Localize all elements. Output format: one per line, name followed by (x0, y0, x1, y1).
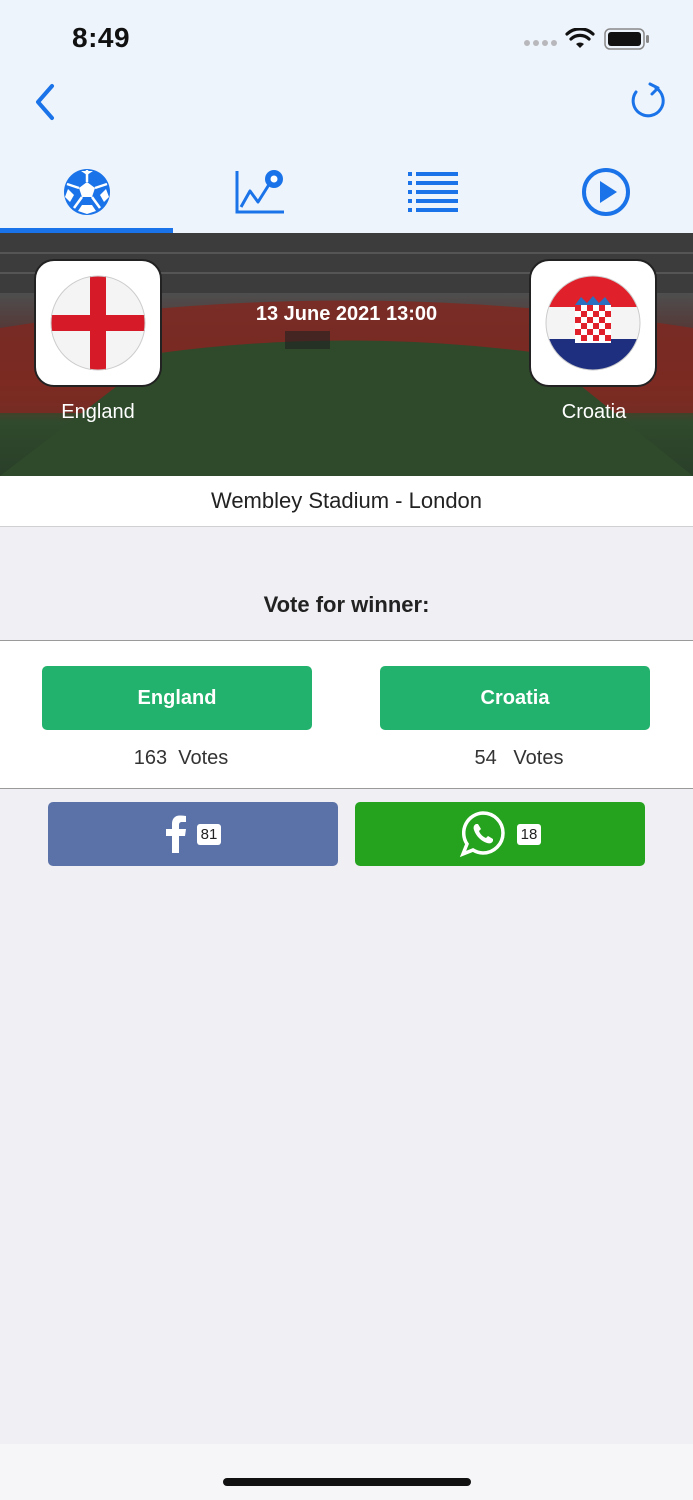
stats-chart-icon (235, 169, 284, 213)
list-icon (407, 171, 458, 212)
tab-lineups[interactable] (346, 150, 519, 233)
venue-label: Wembley Stadium - London (0, 476, 693, 527)
tab-stats[interactable] (173, 150, 346, 233)
home-indicator (223, 1478, 471, 1486)
soccer-ball-icon (63, 168, 110, 215)
vote-away-button[interactable]: Croatia (380, 666, 650, 730)
away-vote-count: 54 Votes (474, 747, 564, 769)
whatsapp-icon (459, 811, 505, 858)
away-team-flag (529, 259, 657, 387)
away-team-name: Croatia (561, 401, 627, 423)
tab-video[interactable] (519, 150, 692, 233)
facebook-share-count: 81 (196, 823, 222, 845)
facebook-share-button[interactable]: 81 (48, 802, 338, 866)
home-team-name: England (61, 401, 135, 423)
vote-home-button[interactable]: England (42, 666, 312, 730)
cellular-signal-icon (524, 40, 557, 46)
whatsapp-share-count: 18 (516, 823, 542, 845)
bottom-safe-area (0, 1444, 693, 1500)
back-arrow-icon[interactable] (28, 80, 68, 124)
tab-bar (0, 150, 693, 233)
status-time: 8:49 (72, 22, 131, 53)
home-vote-count: 163 Votes (133, 747, 229, 769)
croatia-flag-icon (545, 275, 641, 371)
wifi-icon (565, 28, 595, 48)
battery-icon (604, 28, 649, 50)
tab-match[interactable] (0, 150, 173, 233)
play-icon (581, 167, 630, 216)
match-header: England 13 June 2021 13:00 Croatia (0, 233, 693, 476)
vote-title: Vote for winner: (263, 592, 430, 617)
facebook-icon (165, 815, 186, 853)
refresh-icon[interactable] (624, 80, 670, 124)
whatsapp-share-button[interactable]: 18 (355, 802, 645, 866)
vote-panel: England Croatia 163 Votes 54 Votes (0, 640, 693, 789)
